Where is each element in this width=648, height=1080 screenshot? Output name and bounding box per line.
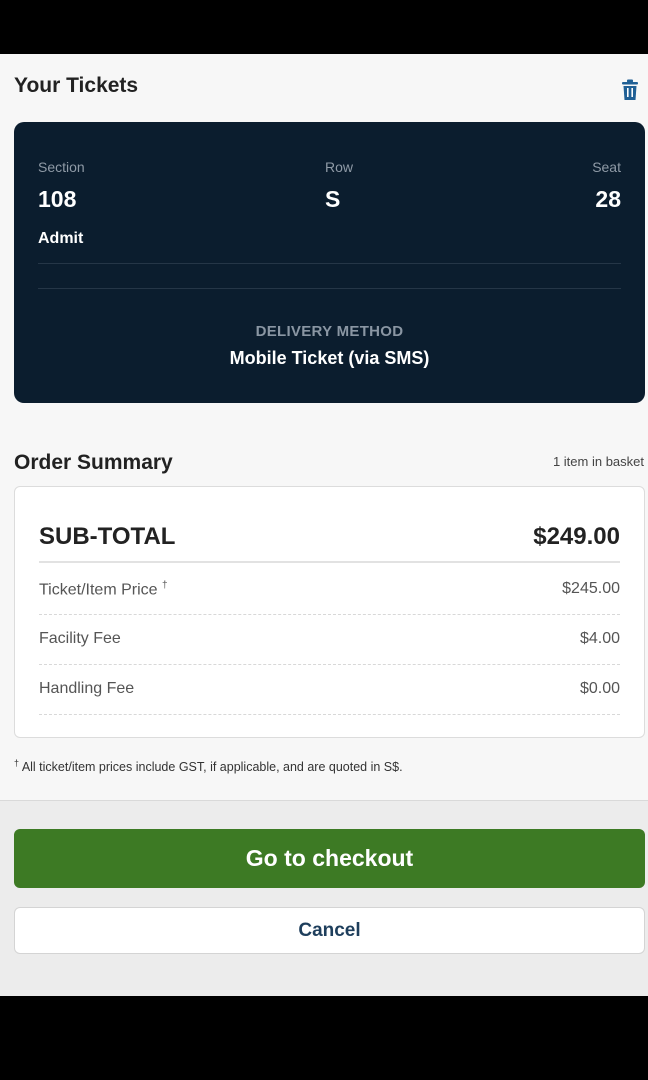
ticket-price-label: Ticket/Item Price †	[39, 580, 168, 599]
order-summary-title: Order Summary	[14, 451, 173, 474]
ticket-card: Section 108 Row S Seat 28 Admit DELIVERY…	[14, 122, 645, 403]
delivery-method-value: Mobile Ticket (via SMS)	[229, 348, 430, 368]
section-value: 108	[38, 186, 77, 212]
facility-fee-label: Facility Fee	[39, 630, 121, 647]
row-value: S	[325, 186, 341, 212]
facility-fee-row: Facility Fee $4.00	[39, 615, 620, 665]
subtotal-label: SUB-TOTAL	[39, 523, 176, 550]
tickets-header: Your Tickets	[14, 74, 644, 104]
ticket-divider	[38, 263, 621, 264]
handling-fee-row: Handling Fee $0.00	[39, 665, 620, 715]
delete-tickets-button[interactable]	[616, 76, 644, 104]
ticket-basket-screen: Your Tickets Section 108 Row S Seat 28 A…	[0, 54, 648, 996]
basket-item-count: 1 item in basket	[552, 454, 644, 469]
footnote-dagger: †	[14, 758, 20, 768]
facility-fee-value: $4.00	[579, 630, 620, 647]
handling-fee-label: Handling Fee	[39, 680, 135, 697]
ticket-divider	[38, 288, 621, 289]
dagger-mark: †	[162, 580, 168, 591]
order-summary-card: SUB-TOTAL $249.00 Ticket/Item Price † $2…	[14, 486, 645, 738]
admit-label: Admit	[38, 230, 84, 247]
seat-value: 28	[595, 186, 621, 212]
row-label: Row	[325, 159, 354, 175]
tickets-title: Your Tickets	[14, 74, 139, 97]
section-label: Section	[38, 159, 85, 175]
action-bar: Go to checkout Cancel	[0, 800, 648, 996]
subtotal-row: SUB-TOTAL $249.00	[39, 523, 620, 563]
ticket-price-row: Ticket/Item Price † $245.00	[39, 565, 620, 615]
price-footnote: † All ticket/item prices include GST, if…	[14, 758, 403, 775]
trash-icon	[622, 79, 638, 100]
go-to-checkout-button[interactable]: Go to checkout	[14, 829, 645, 888]
ticket-price-value: $245.00	[562, 580, 620, 597]
subtotal-value: $249.00	[533, 523, 620, 550]
delivery-method-label: DELIVERY METHOD	[255, 323, 404, 340]
handling-fee-value: $0.00	[579, 680, 620, 697]
seat-label: Seat	[592, 159, 621, 175]
cancel-button[interactable]: Cancel	[14, 907, 645, 954]
